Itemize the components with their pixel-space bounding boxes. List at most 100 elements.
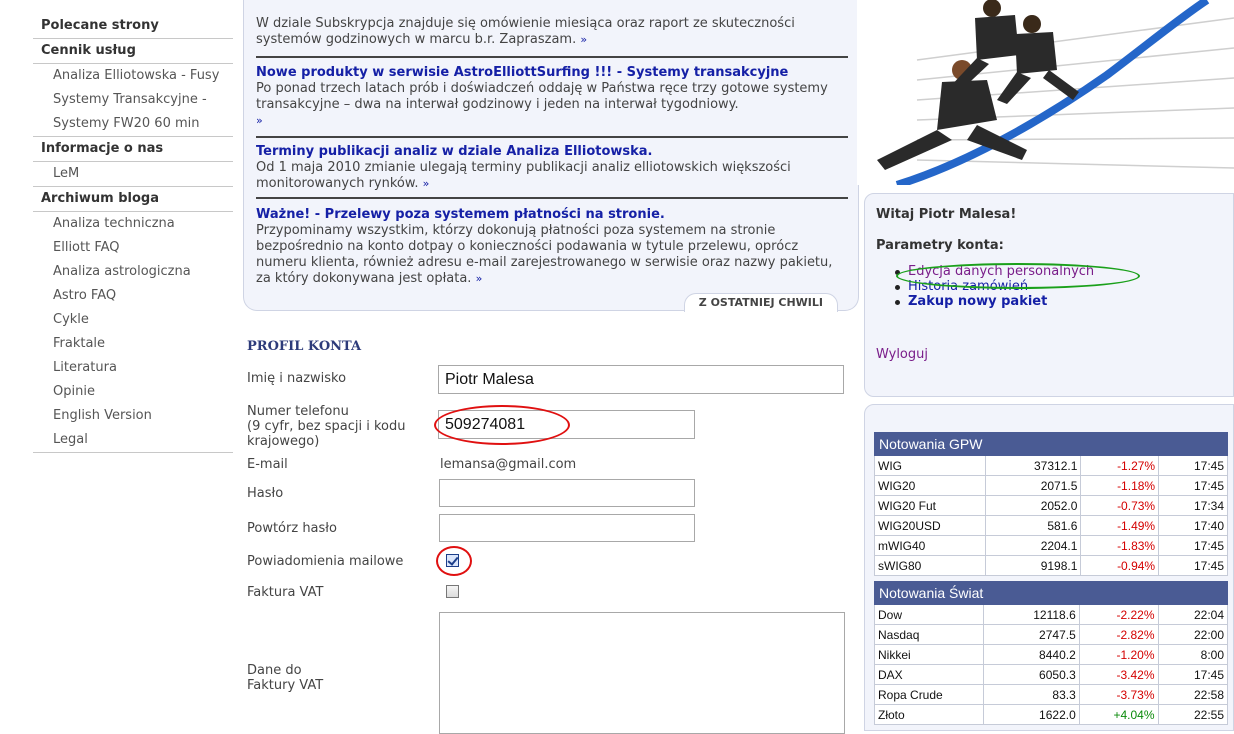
- notifications-label: Powiadomienia mailowe: [247, 554, 404, 569]
- news-title-link[interactable]: Nowe produkty w serwisie AstroElliottSur…: [256, 65, 788, 80]
- instrument-change: -1.49%: [1080, 515, 1160, 536]
- divider: [256, 197, 848, 199]
- invoice-data-textarea[interactable]: [439, 612, 845, 734]
- table-header: Notowania Świat: [874, 581, 1228, 605]
- phone-highlight-ellipse: [434, 405, 570, 445]
- news-tab-latest[interactable]: Z OSTATNIEJ CHWILI: [683, 293, 838, 312]
- sidebar-item[interactable]: Opinie: [33, 380, 233, 404]
- sidebar-item[interactable]: Systemy Transakcyjne -: [33, 88, 233, 112]
- table-row: DAX 6050.3 -3.42% 17:45: [874, 664, 1228, 685]
- instrument-value: 83.3: [982, 684, 1080, 705]
- sidebar-item[interactable]: Legal: [33, 428, 233, 453]
- invoice-data-label: Dane do Faktury VAT: [247, 663, 324, 693]
- news-item: Nowe produkty w serwisie AstroElliottSur…: [256, 65, 848, 129]
- password-label: Hasło: [247, 486, 284, 501]
- password-repeat-input[interactable]: [439, 514, 695, 542]
- instrument-change: -1.83%: [1080, 535, 1160, 556]
- instrument-value: 37312.1: [985, 455, 1082, 476]
- instrument-name: sWIG80: [873, 555, 987, 576]
- invoice-label: Faktura VAT: [247, 585, 324, 600]
- news-text: W dziale Subskrypcja znajduje się omówie…: [256, 16, 795, 47]
- checkbox-highlight-ellipse: [436, 546, 472, 576]
- sidebar-section-title[interactable]: Cennik usług: [33, 39, 233, 64]
- read-more-link[interactable]: »: [580, 33, 587, 46]
- instrument-time: 17:45: [1158, 555, 1228, 576]
- sidebar-item[interactable]: Astro FAQ: [33, 284, 233, 308]
- table-row: mWIG40 2204.1 -1.83% 17:45: [873, 535, 1228, 556]
- news-title-link[interactable]: Terminy publikacji analiz w dziale Anali…: [256, 144, 653, 159]
- invoice-checkbox[interactable]: [446, 585, 459, 598]
- instrument-name: DAX: [874, 664, 984, 685]
- sidebar-item[interactable]: English Version: [33, 404, 233, 428]
- news-text: Po ponad trzech latach prób i doświadcze…: [256, 81, 828, 112]
- instrument-change: -1.27%: [1080, 455, 1160, 476]
- sidebar-item[interactable]: Elliott FAQ: [33, 236, 233, 260]
- sidebar-section-title[interactable]: Polecane strony: [33, 14, 233, 39]
- table-row: Złoto 1622.0 +4.04% 22:55: [874, 704, 1228, 725]
- instrument-name: Nasdaq: [874, 624, 984, 645]
- sidebar-item[interactable]: LeM: [33, 162, 233, 187]
- instrument-value: 1622.0: [982, 704, 1080, 725]
- sidebar-section-title[interactable]: Archiwum bloga: [33, 187, 233, 212]
- password-input[interactable]: [439, 479, 695, 507]
- phone-label: Numer telefonu (9 cyfr, bez spacji i kod…: [247, 404, 406, 449]
- instrument-value: 9198.1: [985, 555, 1082, 576]
- table-row: Ropa Crude 83.3 -3.73% 22:58: [874, 684, 1228, 705]
- instrument-change: +4.04%: [1078, 704, 1159, 725]
- instrument-value: 581.6: [985, 515, 1082, 536]
- instrument-name: Dow: [874, 604, 984, 625]
- sidebar-item[interactable]: Literatura: [33, 356, 233, 380]
- table-row: WIG20USD 581.6 -1.49% 17:40: [873, 515, 1228, 536]
- sidebar-item[interactable]: Fraktale: [33, 332, 233, 356]
- instrument-time: 17:40: [1158, 515, 1228, 536]
- jumping-people-illustration: [877, 0, 1234, 185]
- instrument-time: 17:45: [1158, 455, 1228, 476]
- instrument-value: 2747.5: [982, 624, 1080, 645]
- sidebar-section-title[interactable]: Informacje o nas: [33, 137, 233, 162]
- news-text: Od 1 maja 2010 zmianie ulegają terminy p…: [256, 160, 791, 191]
- read-more-link[interactable]: »: [423, 177, 430, 190]
- read-more-link[interactable]: »: [256, 114, 263, 127]
- instrument-time: 17:45: [1158, 535, 1228, 556]
- instrument-change: -3.73%: [1078, 684, 1159, 705]
- instrument-name: WIG: [873, 455, 987, 476]
- instrument-name: WIG20 Fut: [873, 495, 987, 516]
- instrument-change: -1.18%: [1080, 475, 1160, 496]
- name-input[interactable]: Piotr Malesa: [438, 365, 844, 394]
- table-row: WIG20 2071.5 -1.18% 17:45: [873, 475, 1228, 496]
- sidebar-item[interactable]: Analiza Elliotowska - Fusy: [33, 64, 233, 88]
- instrument-value: 2052.0: [985, 495, 1082, 516]
- sidebar-item[interactable]: Cykle: [33, 308, 233, 332]
- instrument-time: 22:55: [1157, 704, 1228, 725]
- quotes-world-table: Notowania Świat Dow 12118.6 -2.22% 22:04 Nas…: [874, 581, 1228, 725]
- instrument-time: 17:45: [1158, 475, 1228, 496]
- logout-link[interactable]: Wyloguj: [876, 347, 928, 362]
- news-title-link[interactable]: Ważne! - Przelewy poza systemem płatnośc…: [256, 207, 665, 222]
- instrument-change: -0.94%: [1080, 555, 1160, 576]
- password-repeat-label: Powtórz hasło: [247, 521, 337, 536]
- profile-title: PROFIL KONTA: [247, 339, 362, 354]
- instrument-value: 6050.3: [982, 664, 1080, 685]
- welcome-text: Witaj Piotr Malesa!: [876, 207, 1017, 222]
- account-params-title: Parametry konta:: [876, 238, 1004, 253]
- instrument-value: 8440.2: [982, 644, 1080, 665]
- instrument-name: WIG20: [873, 475, 987, 496]
- instrument-time: 22:58: [1157, 684, 1228, 705]
- sidebar-item[interactable]: Analiza astrologiczna: [33, 260, 233, 284]
- instrument-name: WIG20USD: [873, 515, 987, 536]
- news-text: Przypominamy wszystkim, którzy dokonują …: [256, 223, 833, 286]
- news-item: W dziale Subskrypcja znajduje się omówie…: [256, 16, 848, 48]
- account-box: Witaj Piotr Malesa! Parametry konta: Edy…: [864, 193, 1234, 397]
- table-header: Notowania GPW: [874, 432, 1228, 456]
- instrument-time: 17:34: [1158, 495, 1228, 516]
- instrument-change: -2.82%: [1078, 624, 1159, 645]
- instrument-name: mWIG40: [873, 535, 987, 556]
- sidebar-item[interactable]: Systemy FW20 60 min: [33, 112, 233, 137]
- instrument-change: -1.20%: [1078, 644, 1159, 665]
- news-item: Terminy publikacji analiz w dziale Anali…: [256, 144, 848, 192]
- read-more-link[interactable]: »: [476, 272, 483, 285]
- sidebar-item[interactable]: Analiza techniczna: [33, 212, 233, 236]
- instrument-value: 2071.5: [985, 475, 1082, 496]
- instrument-value: 12118.6: [982, 604, 1080, 625]
- buy-new-package-link[interactable]: Zakup nowy pakiet: [908, 294, 1047, 309]
